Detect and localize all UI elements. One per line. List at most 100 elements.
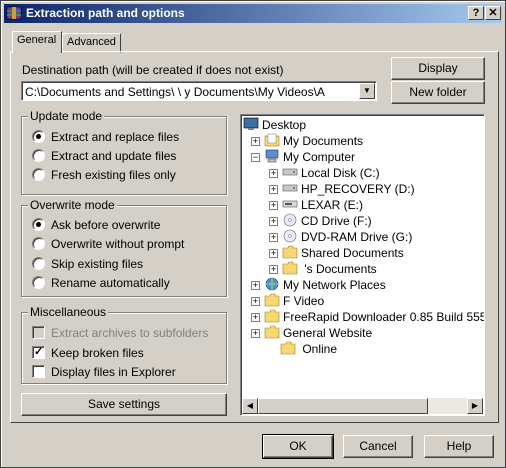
- checkbox-extract-subfolders: Extract archives to subfolders: [32, 326, 208, 342]
- hard-drive-icon: [282, 182, 301, 196]
- network-places-icon: [264, 277, 283, 292]
- radio-extract-replace[interactable]: Extract and replace files: [32, 130, 179, 146]
- destination-path-value[interactable]: C:\Documents and Settings\ \ y Documents…: [25, 85, 357, 99]
- scroll-right-icon[interactable]: ▶: [467, 398, 483, 414]
- new-folder-button[interactable]: New folder: [391, 81, 485, 104]
- tree-node-label[interactable]: My Computer: [283, 150, 355, 164]
- radio-ask-label: Ask before overwrite: [51, 218, 161, 232]
- tree-node[interactable]: + My Network Places: [251, 277, 386, 293]
- my-documents-icon: [264, 133, 283, 148]
- checkbox-keep-broken[interactable]: Keep broken files: [32, 345, 144, 362]
- expand-icon[interactable]: +: [269, 265, 278, 274]
- desktop-icon: [243, 117, 262, 132]
- tab-general[interactable]: General: [12, 31, 62, 53]
- radio-selected-icon[interactable]: [32, 130, 45, 143]
- expand-icon[interactable]: +: [251, 297, 260, 306]
- radio-icon[interactable]: [32, 237, 45, 250]
- checkbox-icon[interactable]: [32, 365, 45, 378]
- radio-ask-before-overwrite[interactable]: Ask before overwrite: [32, 218, 160, 234]
- tree-node[interactable]: + Local Disk (C:): [269, 165, 380, 181]
- tree-node[interactable]: + CD Drive (F:): [269, 213, 372, 229]
- dropdown-arrow-icon[interactable]: ▼: [359, 83, 375, 99]
- tree-node-label[interactable]: F Video: [283, 294, 324, 308]
- tree-node-label[interactable]: HP_RECOVERY (D:): [301, 182, 415, 196]
- radio-overwrite-label: Overwrite without prompt: [51, 237, 185, 251]
- tree-node-label[interactable]: Local Disk (C:): [301, 166, 380, 180]
- tree-node-label[interactable]: My Documents: [283, 134, 363, 148]
- radio-icon[interactable]: [32, 149, 45, 162]
- folder-icon: [280, 341, 299, 356]
- title-bar[interactable]: Extraction path and options ? ✕: [4, 4, 502, 23]
- radio-icon[interactable]: [32, 257, 45, 270]
- radio-icon[interactable]: [32, 276, 45, 289]
- display-button[interactable]: Display: [391, 57, 485, 80]
- expand-icon[interactable]: +: [251, 329, 260, 338]
- tree-node-label[interactable]: CD Drive (F:): [301, 214, 372, 228]
- dvd-drive-icon: [282, 229, 301, 244]
- destination-path-label: Destination path (will be created if doe…: [22, 63, 284, 77]
- tree-node[interactable]: + DVD-RAM Drive (G:): [269, 229, 412, 245]
- tree-node-label[interactable]: General Website: [283, 326, 372, 340]
- tree-node-label[interactable]: Shared Documents: [301, 246, 404, 260]
- tree-node[interactable]: Desktop: [243, 117, 306, 133]
- ok-button[interactable]: OK: [262, 434, 334, 459]
- horizontal-scrollbar[interactable]: ◀ ▶: [242, 398, 483, 414]
- tree-node-label[interactable]: Desktop: [262, 118, 306, 132]
- tab-advanced[interactable]: Advanced: [62, 33, 121, 53]
- overwrite-mode-title: Overwrite mode: [28, 198, 117, 212]
- expand-icon[interactable]: +: [269, 249, 278, 258]
- close-title-button[interactable]: ✕: [485, 6, 501, 20]
- folder-icon: [264, 293, 283, 308]
- expand-icon[interactable]: +: [269, 185, 278, 194]
- update-mode-group: Update mode Extract and replace files Ex…: [21, 109, 227, 195]
- tree-node[interactable]: + 's Documents: [269, 261, 377, 277]
- help-title-button[interactable]: ?: [468, 6, 484, 20]
- radio-rename-automatically[interactable]: Rename automatically: [32, 276, 170, 292]
- expand-icon[interactable]: +: [269, 233, 278, 242]
- radio-selected-icon[interactable]: [32, 218, 45, 231]
- radio-rename-label: Rename automatically: [51, 276, 170, 290]
- cancel-button[interactable]: Cancel: [343, 435, 413, 458]
- scroll-thumb[interactable]: [258, 398, 428, 414]
- tree-node[interactable]: Online: [267, 341, 337, 357]
- tree-node-label[interactable]: DVD-RAM Drive (G:): [301, 230, 412, 244]
- tree-node[interactable]: + F Video: [251, 293, 324, 309]
- folder-tree[interactable]: Desktop + My Documents − My Computer + Local D…: [240, 114, 485, 416]
- folder-icon: [264, 309, 283, 324]
- cd-drive-icon: [282, 213, 301, 228]
- checkbox-checked-icon[interactable]: [32, 345, 45, 359]
- checkbox-display-explorer[interactable]: Display files in Explorer: [32, 365, 176, 381]
- destination-path-combobox[interactable]: C:\Documents and Settings\ \ y Documents…: [21, 81, 377, 101]
- tree-node[interactable]: + LEXAR (E:): [269, 197, 363, 213]
- radio-overwrite-without-prompt[interactable]: Overwrite without prompt: [32, 237, 184, 253]
- tree-node-label[interactable]: LEXAR (E:): [301, 198, 363, 212]
- tree-node-label[interactable]: Online: [299, 342, 337, 356]
- expand-icon[interactable]: +: [269, 169, 278, 178]
- expand-icon[interactable]: +: [251, 281, 260, 290]
- tree-node[interactable]: + General Website: [251, 325, 372, 341]
- tree-node-label[interactable]: My Network Places: [283, 278, 386, 292]
- tree-node[interactable]: − My Computer: [251, 149, 355, 165]
- expand-icon[interactable]: +: [251, 137, 260, 146]
- tree-node-label[interactable]: FreeRapid Downloader 0.85 Build 555 Por: [283, 310, 484, 324]
- save-settings-button[interactable]: Save settings: [21, 393, 227, 416]
- radio-fresh-existing[interactable]: Fresh existing files only: [32, 168, 176, 184]
- tree-node[interactable]: + HP_RECOVERY (D:): [269, 181, 415, 197]
- expand-icon[interactable]: +: [269, 217, 278, 226]
- overwrite-mode-group: Overwrite mode Ask before overwrite Over…: [21, 198, 227, 297]
- tree-node-label[interactable]: 's Documents: [301, 262, 376, 276]
- radio-icon[interactable]: [32, 168, 45, 181]
- scroll-left-icon[interactable]: ◀: [242, 398, 258, 414]
- folder-icon: [264, 325, 283, 340]
- tree-node[interactable]: + FreeRapid Downloader 0.85 Build 555 Por: [251, 309, 484, 325]
- radio-extract-update[interactable]: Extract and update files: [32, 149, 176, 165]
- radio-skip-existing[interactable]: Skip existing files: [32, 257, 143, 273]
- help-button[interactable]: Help: [424, 435, 494, 458]
- expand-icon[interactable]: +: [251, 313, 260, 322]
- collapse-icon[interactable]: −: [251, 153, 260, 162]
- tree-node[interactable]: + Shared Documents: [269, 245, 404, 261]
- tree-node[interactable]: + My Documents: [251, 133, 363, 149]
- expand-icon[interactable]: +: [269, 201, 278, 210]
- miscellaneous-title: Miscellaneous: [28, 305, 109, 319]
- window-title: Extraction path and options: [26, 6, 185, 20]
